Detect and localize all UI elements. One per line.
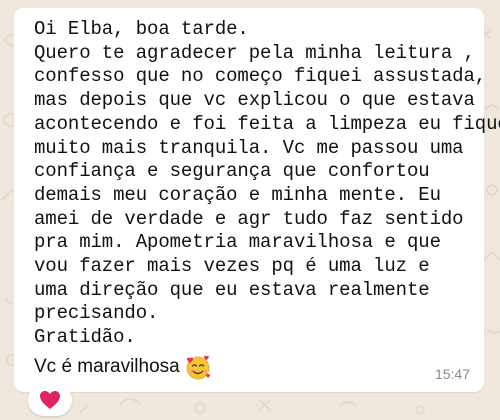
message-last-line-text: Vc é maravilhosa <box>34 355 180 377</box>
message-line: mas depois que vc explicou o que estava <box>34 89 475 112</box>
message-timestamp: 15:47 <box>434 366 470 382</box>
message-line: demais meu coração e minha mente. Eu <box>34 183 441 206</box>
message-line: confesso que no começo fiquei assustada, <box>34 65 487 88</box>
message-line: acontecendo e foi feita a limpeza eu fiq… <box>34 112 500 135</box>
message-line: amei de verdade e agr tudo faz sentido <box>34 207 464 230</box>
message-last-line: Vc é maravilhosa <box>34 352 470 382</box>
message-line: muito mais tranquila. Vc me passou uma <box>34 136 464 159</box>
red-heart-icon <box>40 391 60 409</box>
message-line: vou fazer mais vezes pq é uma luz e <box>34 255 430 278</box>
smiling-face-with-hearts-icon <box>186 355 210 380</box>
message-line: uma direção que eu estava realmente <box>34 278 430 301</box>
message-line: pra mim. Apometria maravilhosa e que <box>34 231 441 254</box>
message-line: confiança e segurança que confortou <box>34 160 430 183</box>
message-bubble[interactable]: Oi Elba, boa tarde. Quero te agradecer p… <box>14 8 500 392</box>
message-line: Quero te agradecer pela minha leitura , <box>34 41 475 64</box>
message-line: Gratidão. <box>34 326 136 349</box>
message-line: precisando. <box>34 302 159 325</box>
message-text: Oi Elba, boa tarde. Quero te agradecer p… <box>34 18 500 350</box>
reaction-badge[interactable] <box>28 384 72 416</box>
message-line: Oi Elba, boa tarde. <box>34 18 249 40</box>
